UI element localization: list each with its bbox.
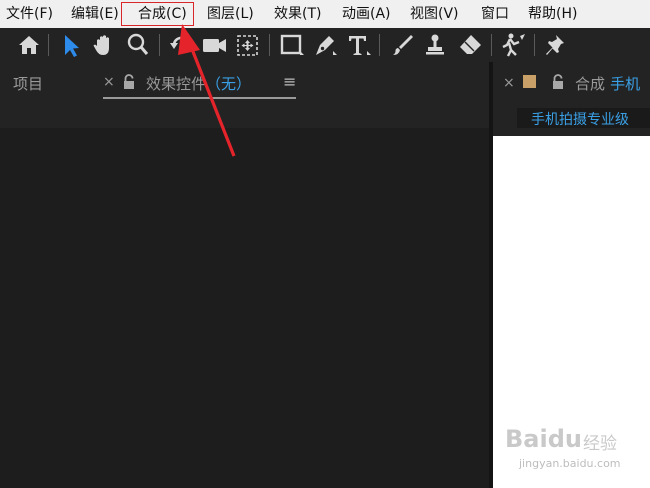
baidu-watermark: Baidu 经验 jingyan.baidu.com [505,425,621,475]
watermark-url: jingyan.baidu.com [519,457,621,470]
watermark-suffix: 经验 [583,434,617,454]
annotation-arrow [178,24,236,157]
watermark-brand: Baidu [505,425,582,453]
